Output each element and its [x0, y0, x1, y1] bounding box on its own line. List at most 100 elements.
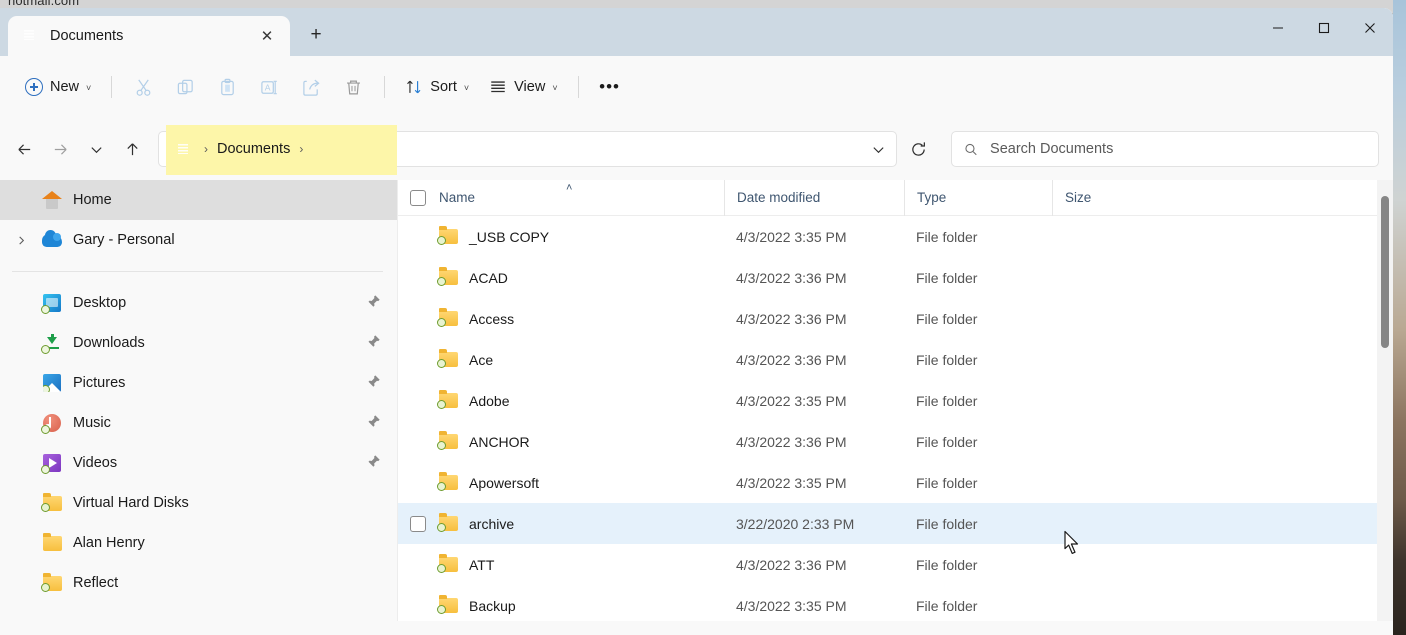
table-row[interactable]: Backup 4/3/2022 3:35 PM File folder	[398, 585, 1393, 621]
cell-type: File folder	[904, 598, 1052, 614]
copy-button[interactable]	[165, 69, 205, 105]
cell-date-modified: 4/3/2022 3:36 PM	[724, 434, 904, 450]
row-checkbox[interactable]	[410, 516, 426, 532]
pin-icon[interactable]	[367, 414, 387, 433]
column-header-name[interactable]: Name ˄	[398, 180, 724, 216]
sidebar-item-music[interactable]: Music	[0, 403, 397, 443]
file-name: archive	[469, 516, 514, 532]
rename-button[interactable]: A	[249, 69, 289, 105]
search-box[interactable]	[951, 131, 1379, 167]
cell-type: File folder	[904, 352, 1052, 368]
sidebar-item-downloads[interactable]: Downloads	[0, 323, 397, 363]
forward-button[interactable]	[42, 131, 78, 167]
recent-locations-button[interactable]	[78, 131, 114, 167]
sidebar-item-home[interactable]: Home	[0, 180, 397, 220]
table-row[interactable]: ATT 4/3/2022 3:36 PM File folder	[398, 544, 1393, 585]
cell-name: archive	[398, 516, 724, 532]
sidebar-item-videos[interactable]: Videos	[0, 443, 397, 483]
cell-name: Apowersoft	[398, 475, 724, 491]
title-bar: Documents ✕ +	[0, 8, 1393, 56]
chevron-down-icon: ˅	[86, 83, 91, 93]
sidebar-item-gary-personal[interactable]: Gary - Personal	[0, 220, 397, 260]
command-toolbar: New ˅ A	[0, 56, 1393, 118]
toolbar-divider-3	[578, 76, 579, 98]
folder-icon	[439, 598, 458, 613]
sidebar-item-alan-henry[interactable]: Alan Henry	[0, 523, 397, 563]
sidebar-item-label: Virtual Hard Disks	[73, 495, 189, 511]
select-all-checkbox[interactable]	[410, 190, 426, 206]
folder-icon	[439, 557, 458, 572]
column-header-date-modified[interactable]: Date modified	[724, 180, 904, 216]
videos-icon	[42, 453, 62, 473]
cell-type: File folder	[904, 516, 1052, 532]
close-button[interactable]	[1347, 8, 1393, 48]
table-row[interactable]: Adobe 4/3/2022 3:35 PM File folder	[398, 380, 1393, 421]
table-row[interactable]: ACAD 4/3/2022 3:36 PM File folder	[398, 257, 1393, 298]
cell-name: ANCHOR	[398, 434, 724, 450]
file-explorer-window: Documents ✕ + New ˅	[0, 8, 1393, 635]
breadcrumb-separator-trail[interactable]: ›	[290, 142, 312, 156]
tab-documents[interactable]: Documents ✕	[8, 16, 290, 56]
pin-icon[interactable]	[367, 374, 387, 393]
cell-type: File folder	[904, 475, 1052, 491]
column-header-label: Size	[1065, 190, 1091, 205]
close-icon[interactable]: ✕	[254, 23, 280, 49]
more-options-button[interactable]: •••	[590, 69, 630, 105]
delete-button[interactable]	[333, 69, 373, 105]
up-button[interactable]	[114, 131, 150, 167]
cell-name: Adobe	[398, 393, 724, 409]
share-button[interactable]	[291, 69, 331, 105]
chevron-right-icon[interactable]	[8, 235, 34, 246]
column-header-type[interactable]: Type	[904, 180, 1052, 216]
minimize-button[interactable]	[1255, 8, 1301, 48]
column-header-size[interactable]: Size	[1052, 180, 1150, 216]
sidebar-item-label: Music	[73, 415, 111, 431]
breadcrumb-item-documents[interactable]: Documents	[217, 141, 290, 157]
new-button[interactable]: New ˅	[16, 69, 100, 105]
file-name: _USB COPY	[469, 229, 549, 245]
table-row[interactable]: Apowersoft 4/3/2022 3:35 PM File folder	[398, 462, 1393, 503]
vertical-scrollbar[interactable]	[1377, 180, 1393, 621]
pin-icon[interactable]	[367, 294, 387, 313]
table-row[interactable]: Ace 4/3/2022 3:36 PM File folder	[398, 339, 1393, 380]
table-row[interactable]: Access 4/3/2022 3:36 PM File folder	[398, 298, 1393, 339]
paste-button[interactable]	[207, 69, 247, 105]
cell-type: File folder	[904, 434, 1052, 450]
table-row[interactable]: archive 3/22/2020 2:33 PM File folder	[398, 503, 1393, 544]
new-tab-button[interactable]: +	[300, 19, 332, 51]
pin-icon[interactable]	[367, 334, 387, 353]
sort-button[interactable]: Sort ˅	[396, 69, 478, 105]
column-header-label: Date modified	[737, 190, 820, 205]
file-list-pane: Name ˄ Date modified Type Size	[398, 180, 1393, 621]
sort-label: Sort	[430, 79, 457, 95]
folder-icon	[42, 493, 62, 513]
folder-icon	[439, 311, 458, 326]
sidebar-item-reflect[interactable]: Reflect	[0, 563, 397, 603]
sidebar-item-virtual-hard-disks[interactable]: Virtual Hard Disks	[0, 483, 397, 523]
sidebar-item-label: Desktop	[73, 295, 126, 311]
sidebar-item-desktop[interactable]: Desktop	[0, 283, 397, 323]
address-bar-actions	[860, 132, 896, 166]
navigation-pane: Home Gary - Personal Desktop	[0, 180, 398, 621]
table-row[interactable]: _USB COPY 4/3/2022 3:35 PM File folder	[398, 216, 1393, 257]
cell-date-modified: 4/3/2022 3:36 PM	[724, 352, 904, 368]
sidebar-item-pictures[interactable]: Pictures	[0, 363, 397, 403]
file-name: ATT	[469, 557, 494, 573]
refresh-button[interactable]	[897, 132, 939, 166]
view-button[interactable]: View ˅	[480, 69, 566, 105]
maximize-button[interactable]	[1301, 8, 1347, 48]
scrollbar-thumb[interactable]	[1381, 196, 1389, 348]
pin-icon[interactable]	[367, 454, 387, 473]
address-bar[interactable]: › Documents ›	[158, 131, 897, 167]
address-bar-row: › Documents ›	[0, 118, 1393, 180]
cut-button[interactable]	[123, 69, 163, 105]
breadcrumb[interactable]: › Documents ›	[159, 132, 312, 166]
search-input[interactable]	[990, 141, 1366, 157]
table-row[interactable]: ANCHOR 4/3/2022 3:36 PM File folder	[398, 421, 1393, 462]
back-button[interactable]	[6, 131, 42, 167]
search-icon	[964, 142, 978, 157]
address-dropdown-button[interactable]	[860, 132, 896, 166]
cell-name: Backup	[398, 598, 724, 614]
sort-icon	[405, 78, 423, 96]
cell-type: File folder	[904, 557, 1052, 573]
